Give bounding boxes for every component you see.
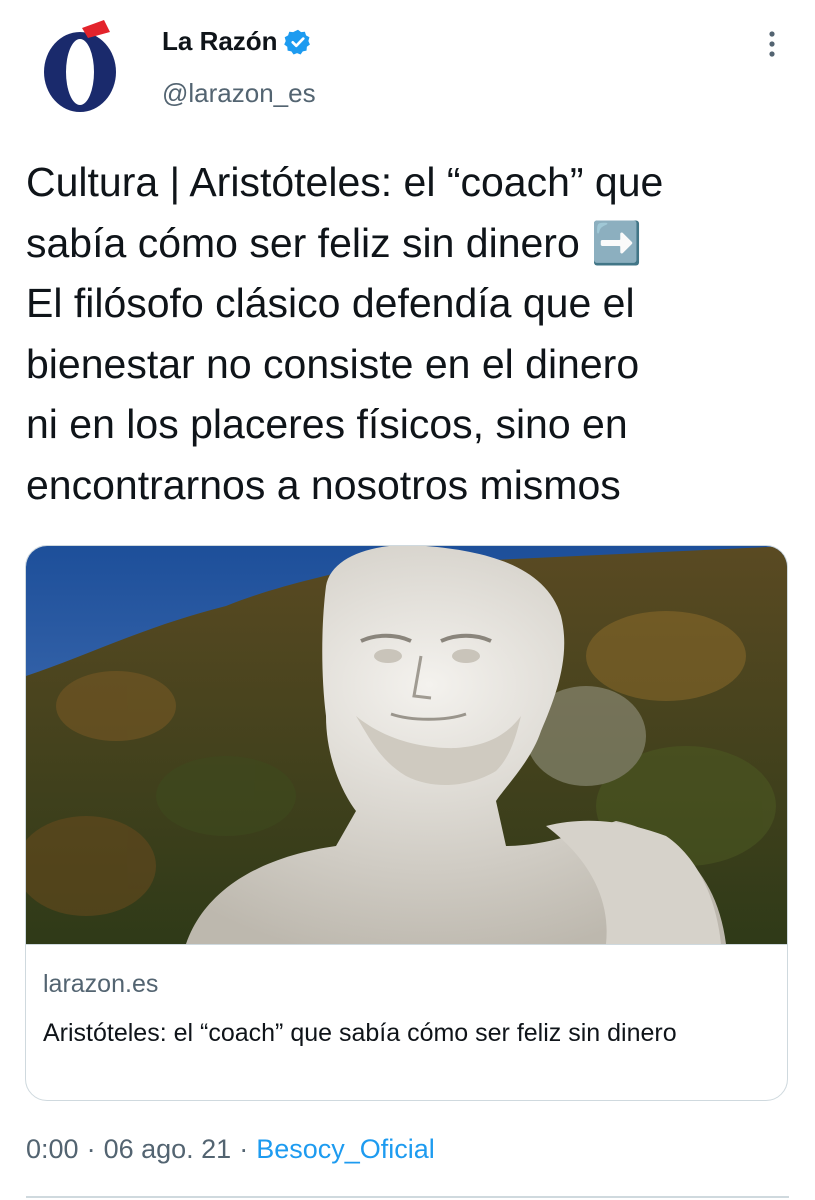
account-handle[interactable]: @larazon_es	[162, 78, 316, 109]
tweet-date[interactable]: 06 ago. 21	[104, 1134, 232, 1165]
tweet-header: La Razón @larazon_es	[0, 0, 815, 130]
la-razon-logo-icon	[44, 20, 116, 112]
account-avatar[interactable]	[30, 14, 134, 118]
card-title: Aristóteles: el “coach” que sabía cómo s…	[43, 1019, 677, 1047]
display-name[interactable]: La Razón	[162, 26, 278, 57]
card-domain: larazon.es	[43, 970, 159, 998]
aristotle-statue-image[interactable]	[26, 546, 787, 945]
tweet-source-link[interactable]: Besocy_Oficial	[256, 1134, 435, 1165]
meta-separator: ·	[86, 1134, 96, 1164]
verified-badge-icon	[283, 28, 312, 56]
link-card[interactable]: larazon.es Aristóteles: el “coach” que s…	[25, 545, 788, 1101]
tweet-text: Cultura | Aristóteles: el “coach” que sa…	[26, 159, 664, 508]
divider	[26, 1196, 789, 1198]
meta-separator: ·	[239, 1134, 249, 1164]
tweet-time: 0:00	[26, 1134, 79, 1164]
more-options-icon[interactable]	[760, 28, 784, 64]
name-row: La Razón	[162, 26, 312, 57]
tweet-meta: 0:00 · 06 ago. 21 · Besocy_Oficial	[26, 1134, 435, 1165]
